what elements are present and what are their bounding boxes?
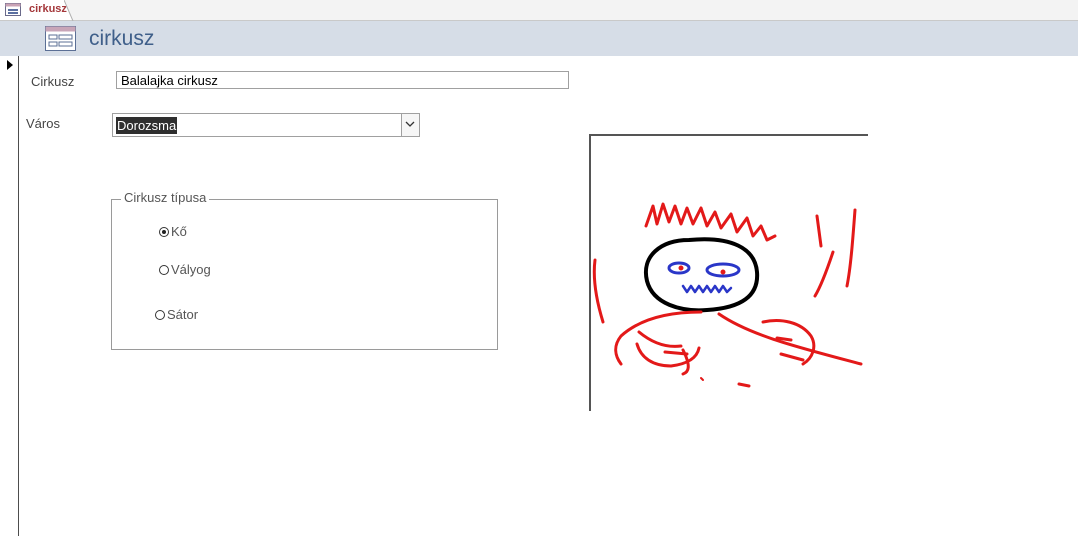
document-tab-strip: cirkusz: [0, 0, 1078, 21]
tab-edge: [64, 0, 74, 21]
group-legend: Cirkusz típusa: [121, 190, 210, 205]
form-icon: [5, 3, 21, 16]
varos-selected-value: Dorozsma: [116, 117, 178, 134]
form-icon: [45, 26, 76, 51]
radio-ko[interactable]: Kő: [159, 224, 187, 239]
radio-unchecked-icon: [155, 309, 165, 320]
radio-label: Vályog: [171, 262, 211, 277]
radio-unchecked-icon: [159, 264, 169, 275]
current-record-arrow-icon: [7, 60, 13, 70]
tab-label: cirkusz: [29, 3, 67, 15]
cirkusz-picture[interactable]: [589, 134, 868, 411]
radio-checked-icon: [159, 226, 169, 237]
cirkusz-label: Cirkusz: [31, 74, 75, 89]
record-selector[interactable]: [0, 56, 19, 536]
form-title: cirkusz: [89, 27, 155, 50]
drawing-image: [592, 202, 863, 388]
radio-valyog[interactable]: Vályog: [159, 262, 211, 277]
document-tab-cirkusz[interactable]: cirkusz: [0, 0, 72, 20]
radio-label: Kő: [171, 224, 187, 239]
radio-label: Sátor: [167, 307, 199, 322]
varos-dropdown-button[interactable]: [401, 114, 419, 136]
varos-combobox[interactable]: Dorozsma: [112, 113, 420, 137]
cirkusz-textbox[interactable]: Balalajka cirkusz: [116, 71, 569, 89]
radio-sator[interactable]: Sátor: [155, 307, 198, 322]
varos-label: Város: [26, 116, 60, 131]
chevron-down-icon: [405, 121, 415, 127]
form-header: cirkusz: [0, 21, 1078, 56]
